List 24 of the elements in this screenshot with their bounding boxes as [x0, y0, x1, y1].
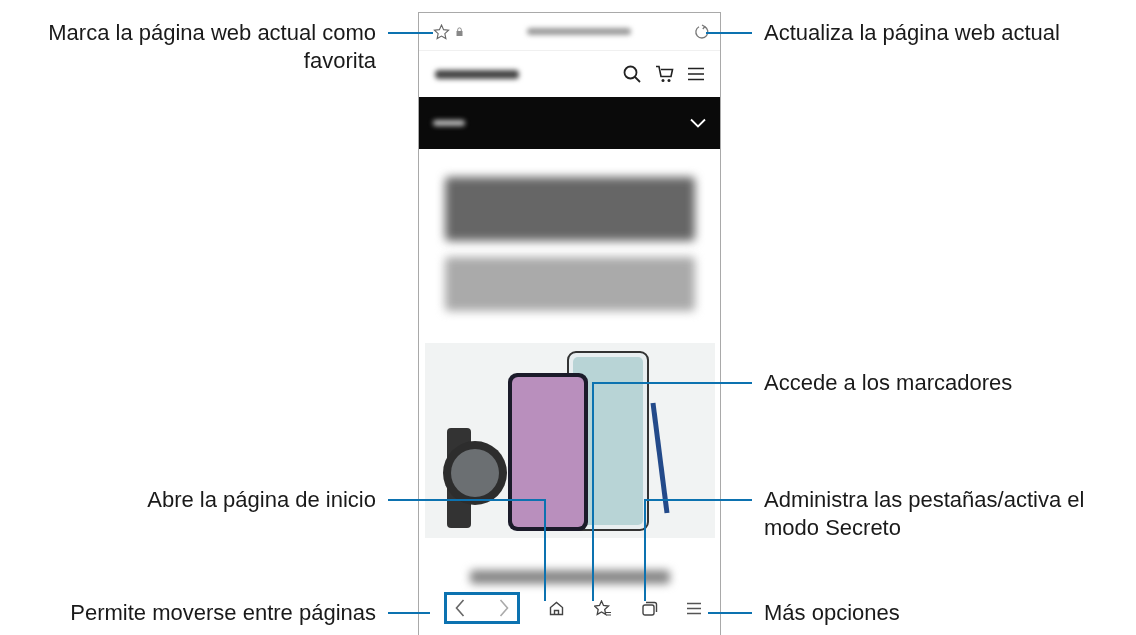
tabs-icon[interactable]	[641, 600, 658, 616]
home-icon[interactable]	[549, 600, 565, 616]
search-icon[interactable]	[623, 65, 641, 83]
leader-line	[707, 612, 753, 614]
callout-label: Permite moverse entre páginas	[70, 599, 376, 627]
blurred-menu-label	[433, 120, 465, 126]
callout-label: Marca la página web actual como favorita	[47, 19, 376, 75]
cart-icon[interactable]	[655, 65, 674, 83]
callout-label: Abre la página de inicio	[147, 486, 376, 514]
leader-line	[387, 32, 434, 34]
bookmarks-icon[interactable]	[594, 599, 612, 617]
leader-line	[705, 32, 753, 34]
leader-line	[387, 612, 431, 614]
chevron-down-icon[interactable]	[690, 118, 706, 128]
callout-label: Administra las pestañas/activa el modo Secreto	[764, 486, 1086, 542]
star-icon[interactable]	[433, 23, 450, 40]
lock-icon	[456, 27, 463, 36]
callout-label: Accede a los marcadores	[764, 369, 1014, 397]
callout-label: Actualiza la página web actual	[764, 19, 1061, 47]
menu-icon[interactable]	[687, 601, 702, 615]
callout-label: Más opciones	[764, 599, 901, 627]
back-icon[interactable]	[454, 599, 465, 617]
menu-icon[interactable]	[688, 67, 704, 81]
refresh-icon[interactable]	[694, 23, 710, 40]
